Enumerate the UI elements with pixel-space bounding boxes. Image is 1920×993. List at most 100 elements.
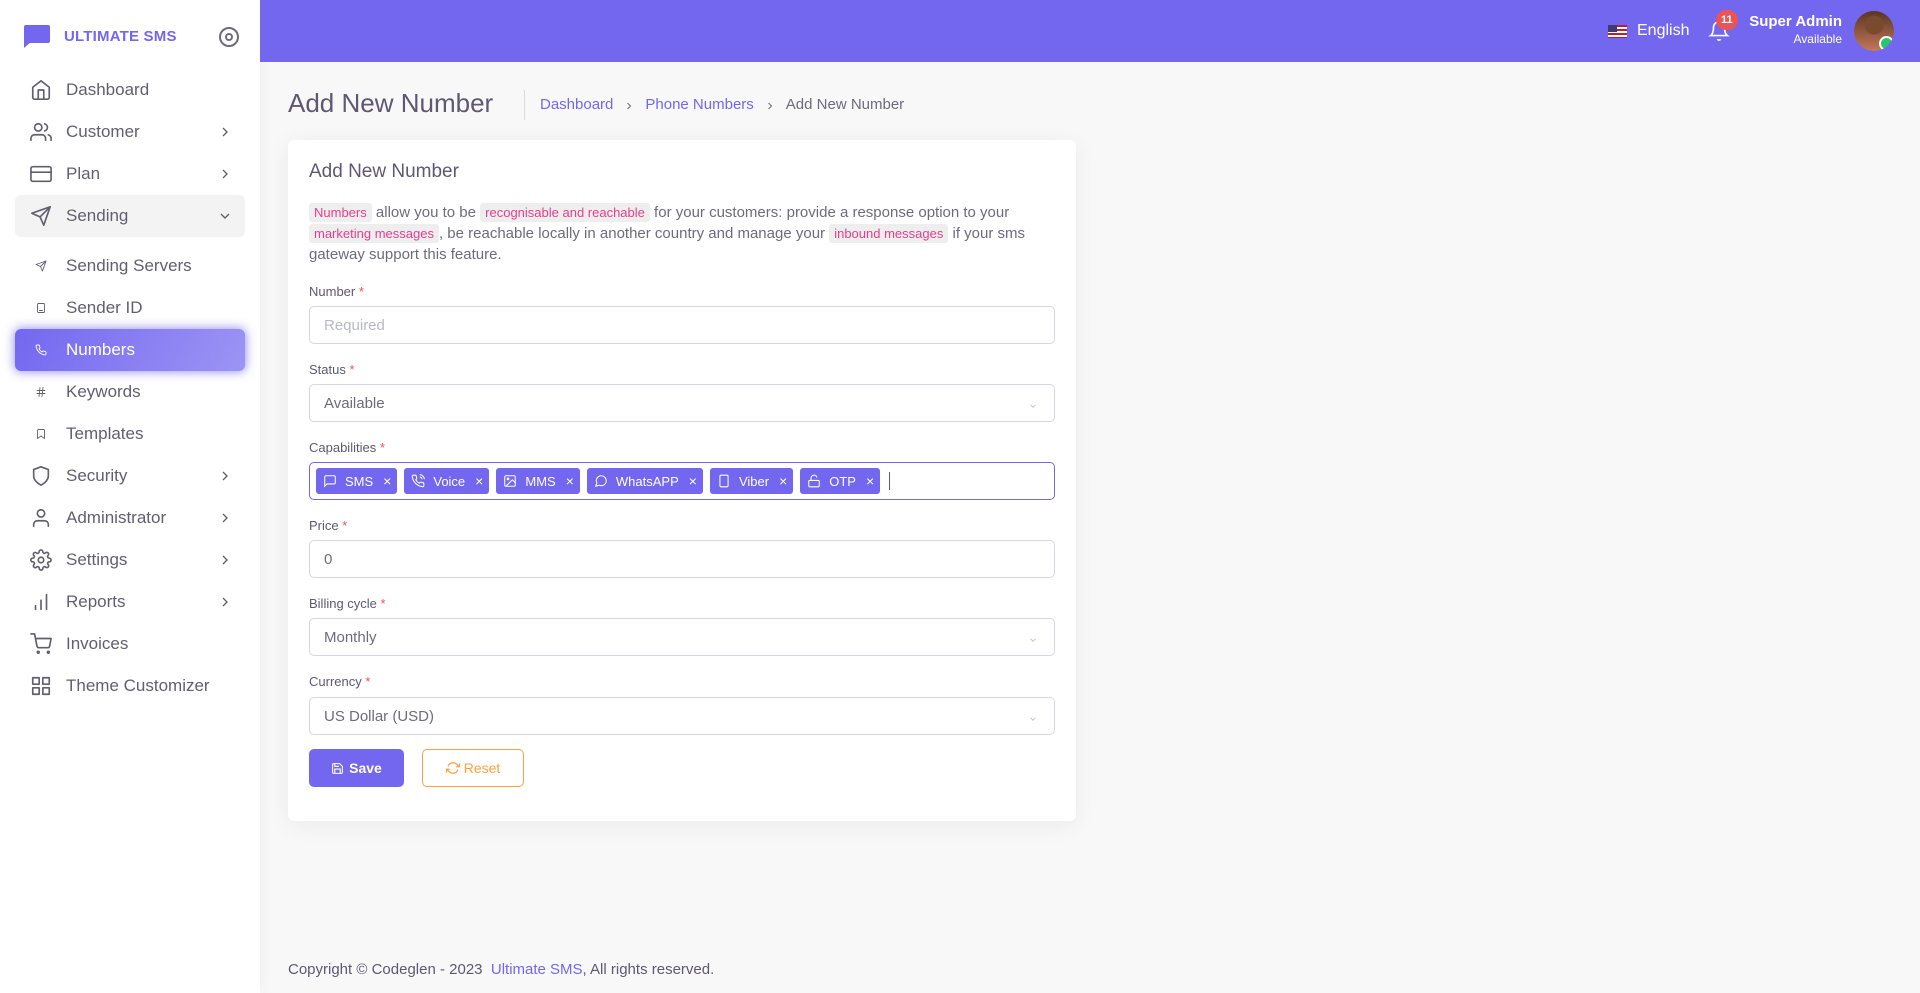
capability-tag-mms: MMS × — [496, 468, 580, 494]
billing-cycle-label-text: Billing cycle — [309, 596, 377, 611]
send-icon — [30, 205, 52, 227]
sidebar-item-invoices[interactable]: Invoices — [15, 623, 245, 665]
capability-tag-label: WhatsAPP — [615, 473, 679, 489]
remove-tag-button[interactable]: × — [779, 473, 787, 489]
breadcrumb-phone-numbers-link[interactable]: Phone Numbers — [645, 96, 753, 113]
card-title: Add New Number — [309, 161, 459, 182]
billing-cycle-label: Billing cycle * — [309, 596, 386, 611]
remove-tag-button[interactable]: × — [566, 473, 574, 489]
intro-text-part: allow you to be — [371, 204, 481, 221]
remove-tag-button[interactable]: × — [383, 473, 391, 489]
sidebar-collapse-toggle-icon[interactable] — [219, 27, 239, 47]
capability-tag-whatsapp: WhatsAPP × — [586, 468, 703, 494]
capability-tag-label: Voice — [433, 473, 466, 489]
capability-tag-label: SMS — [345, 473, 374, 489]
required-mark: * — [379, 440, 385, 455]
remove-tag-button[interactable]: × — [475, 473, 483, 489]
intro-code-inbound: inbound messages — [829, 224, 949, 243]
sidebar-item-label: Plan — [66, 164, 101, 183]
capability-tag-label: Viber — [738, 473, 770, 489]
sidebar-item-security[interactable]: Security — [15, 455, 245, 497]
capabilities-multiselect[interactable]: SMS × Voice × MMS × WhatsAPP × Viber × O… — [309, 462, 1055, 500]
sidebar-item-theme-customizer[interactable]: Theme Customizer — [15, 665, 245, 707]
required-mark: * — [365, 674, 371, 689]
us-flag-icon — [1608, 24, 1627, 38]
user-status: Available — [1793, 32, 1842, 46]
sidebar-item-templates[interactable]: Templates — [15, 413, 245, 455]
reset-label: Reset — [463, 760, 501, 776]
sidebar-item-keywords[interactable]: Keywords — [15, 371, 245, 413]
reset-button[interactable]: Reset — [422, 749, 524, 787]
required-mark: * — [358, 284, 364, 299]
avatar[interactable] — [1854, 11, 1894, 51]
price-label: Price * — [309, 518, 347, 533]
capability-tag-label: MMS — [525, 473, 556, 489]
status-label: Status * — [309, 362, 355, 377]
footer: Copyright © Codeglen - 2023 Ultimate SMS… — [288, 961, 714, 978]
price-input[interactable]: 0 — [309, 540, 1055, 578]
refresh-icon — [445, 762, 460, 774]
chevron-right-icon — [217, 166, 233, 182]
gear-icon — [30, 549, 52, 571]
sidebar-item-label: Sending Servers — [66, 256, 192, 275]
chevron-down-icon — [1028, 398, 1038, 408]
sidebar-item-label: Sender ID — [66, 298, 143, 317]
chevron-down-icon — [1028, 632, 1038, 642]
image-icon — [504, 475, 517, 487]
user-menu[interactable]: Super Admin Available — [1749, 13, 1842, 46]
language-switcher[interactable]: English — [1608, 22, 1689, 40]
unlock-icon — [808, 474, 821, 488]
user-icon — [30, 507, 52, 529]
currency-select[interactable]: US Dollar (USD) — [309, 697, 1055, 735]
sidebar-item-sending[interactable]: Sending — [15, 195, 245, 237]
remove-tag-button[interactable]: × — [866, 473, 874, 489]
intro-code-marketing: marketing messages — [309, 224, 439, 243]
sidebar-item-sending-servers[interactable]: Sending Servers — [15, 245, 245, 287]
sidebar-item-label: Settings — [66, 550, 128, 569]
sidebar-item-label: Reports — [66, 592, 126, 611]
sidebar-item-dashboard[interactable]: Dashboard — [15, 69, 245, 111]
breadcrumb-dashboard-link[interactable]: Dashboard — [540, 96, 613, 113]
chevron-right-icon — [217, 594, 233, 610]
capability-tag-label: OTP — [829, 473, 856, 489]
chevron-right-icon — [217, 468, 233, 484]
smartphone-icon — [719, 474, 729, 488]
sidebar-item-customer[interactable]: Customer — [15, 111, 245, 153]
message-square-icon — [324, 475, 336, 488]
book-icon — [30, 297, 52, 319]
number-label-text: Number — [309, 284, 356, 299]
save-button[interactable]: Save — [309, 749, 404, 787]
sidebar-item-label: Invoices — [66, 634, 129, 653]
brand[interactable]: ULTIMATE SMS — [22, 22, 177, 50]
sidebar-item-label: Administrator — [66, 508, 167, 527]
title-divider — [524, 90, 525, 120]
cart-icon — [30, 633, 52, 655]
status-select[interactable]: Available — [309, 384, 1055, 422]
capability-tag-sms: SMS × — [316, 468, 398, 494]
status-label-text: Status — [309, 362, 346, 377]
required-mark: * — [342, 518, 348, 533]
sidebar-item-plan[interactable]: Plan — [15, 153, 245, 195]
sidebar-item-label: Customer — [66, 122, 140, 141]
sidebar-item-administrator[interactable]: Administrator — [15, 497, 245, 539]
capability-tag-viber: Viber × — [709, 468, 794, 494]
capability-tag-voice: Voice × — [404, 468, 490, 494]
sidebar-item-sender-id[interactable]: Sender ID — [15, 287, 245, 329]
breadcrumb-current: Add New Number — [785, 96, 905, 113]
chevron-right-icon — [217, 124, 233, 140]
text-cursor — [889, 472, 891, 490]
footer-brand-link[interactable]: Ultimate SMS — [491, 961, 583, 978]
capability-tag-otp: OTP × — [800, 468, 881, 494]
remove-tag-button[interactable]: × — [689, 473, 697, 489]
billing-cycle-select[interactable]: Monthly — [309, 618, 1055, 656]
intro-text: Numbers allow you to be recognisable and… — [309, 202, 1059, 265]
sidebar: ULTIMATE SMS Dashboard Customer Plan Sen… — [0, 0, 260, 993]
bookmark-icon — [30, 423, 52, 445]
sidebar-item-settings[interactable]: Settings — [15, 539, 245, 581]
sidebar-item-numbers[interactable]: Numbers — [15, 329, 245, 371]
currency-label-text: Currency — [309, 674, 362, 689]
number-input[interactable]: Required — [309, 306, 1055, 344]
status-value: Available — [324, 394, 385, 412]
sidebar-item-reports[interactable]: Reports — [15, 581, 245, 623]
sidebar-item-label: Security — [66, 466, 128, 485]
